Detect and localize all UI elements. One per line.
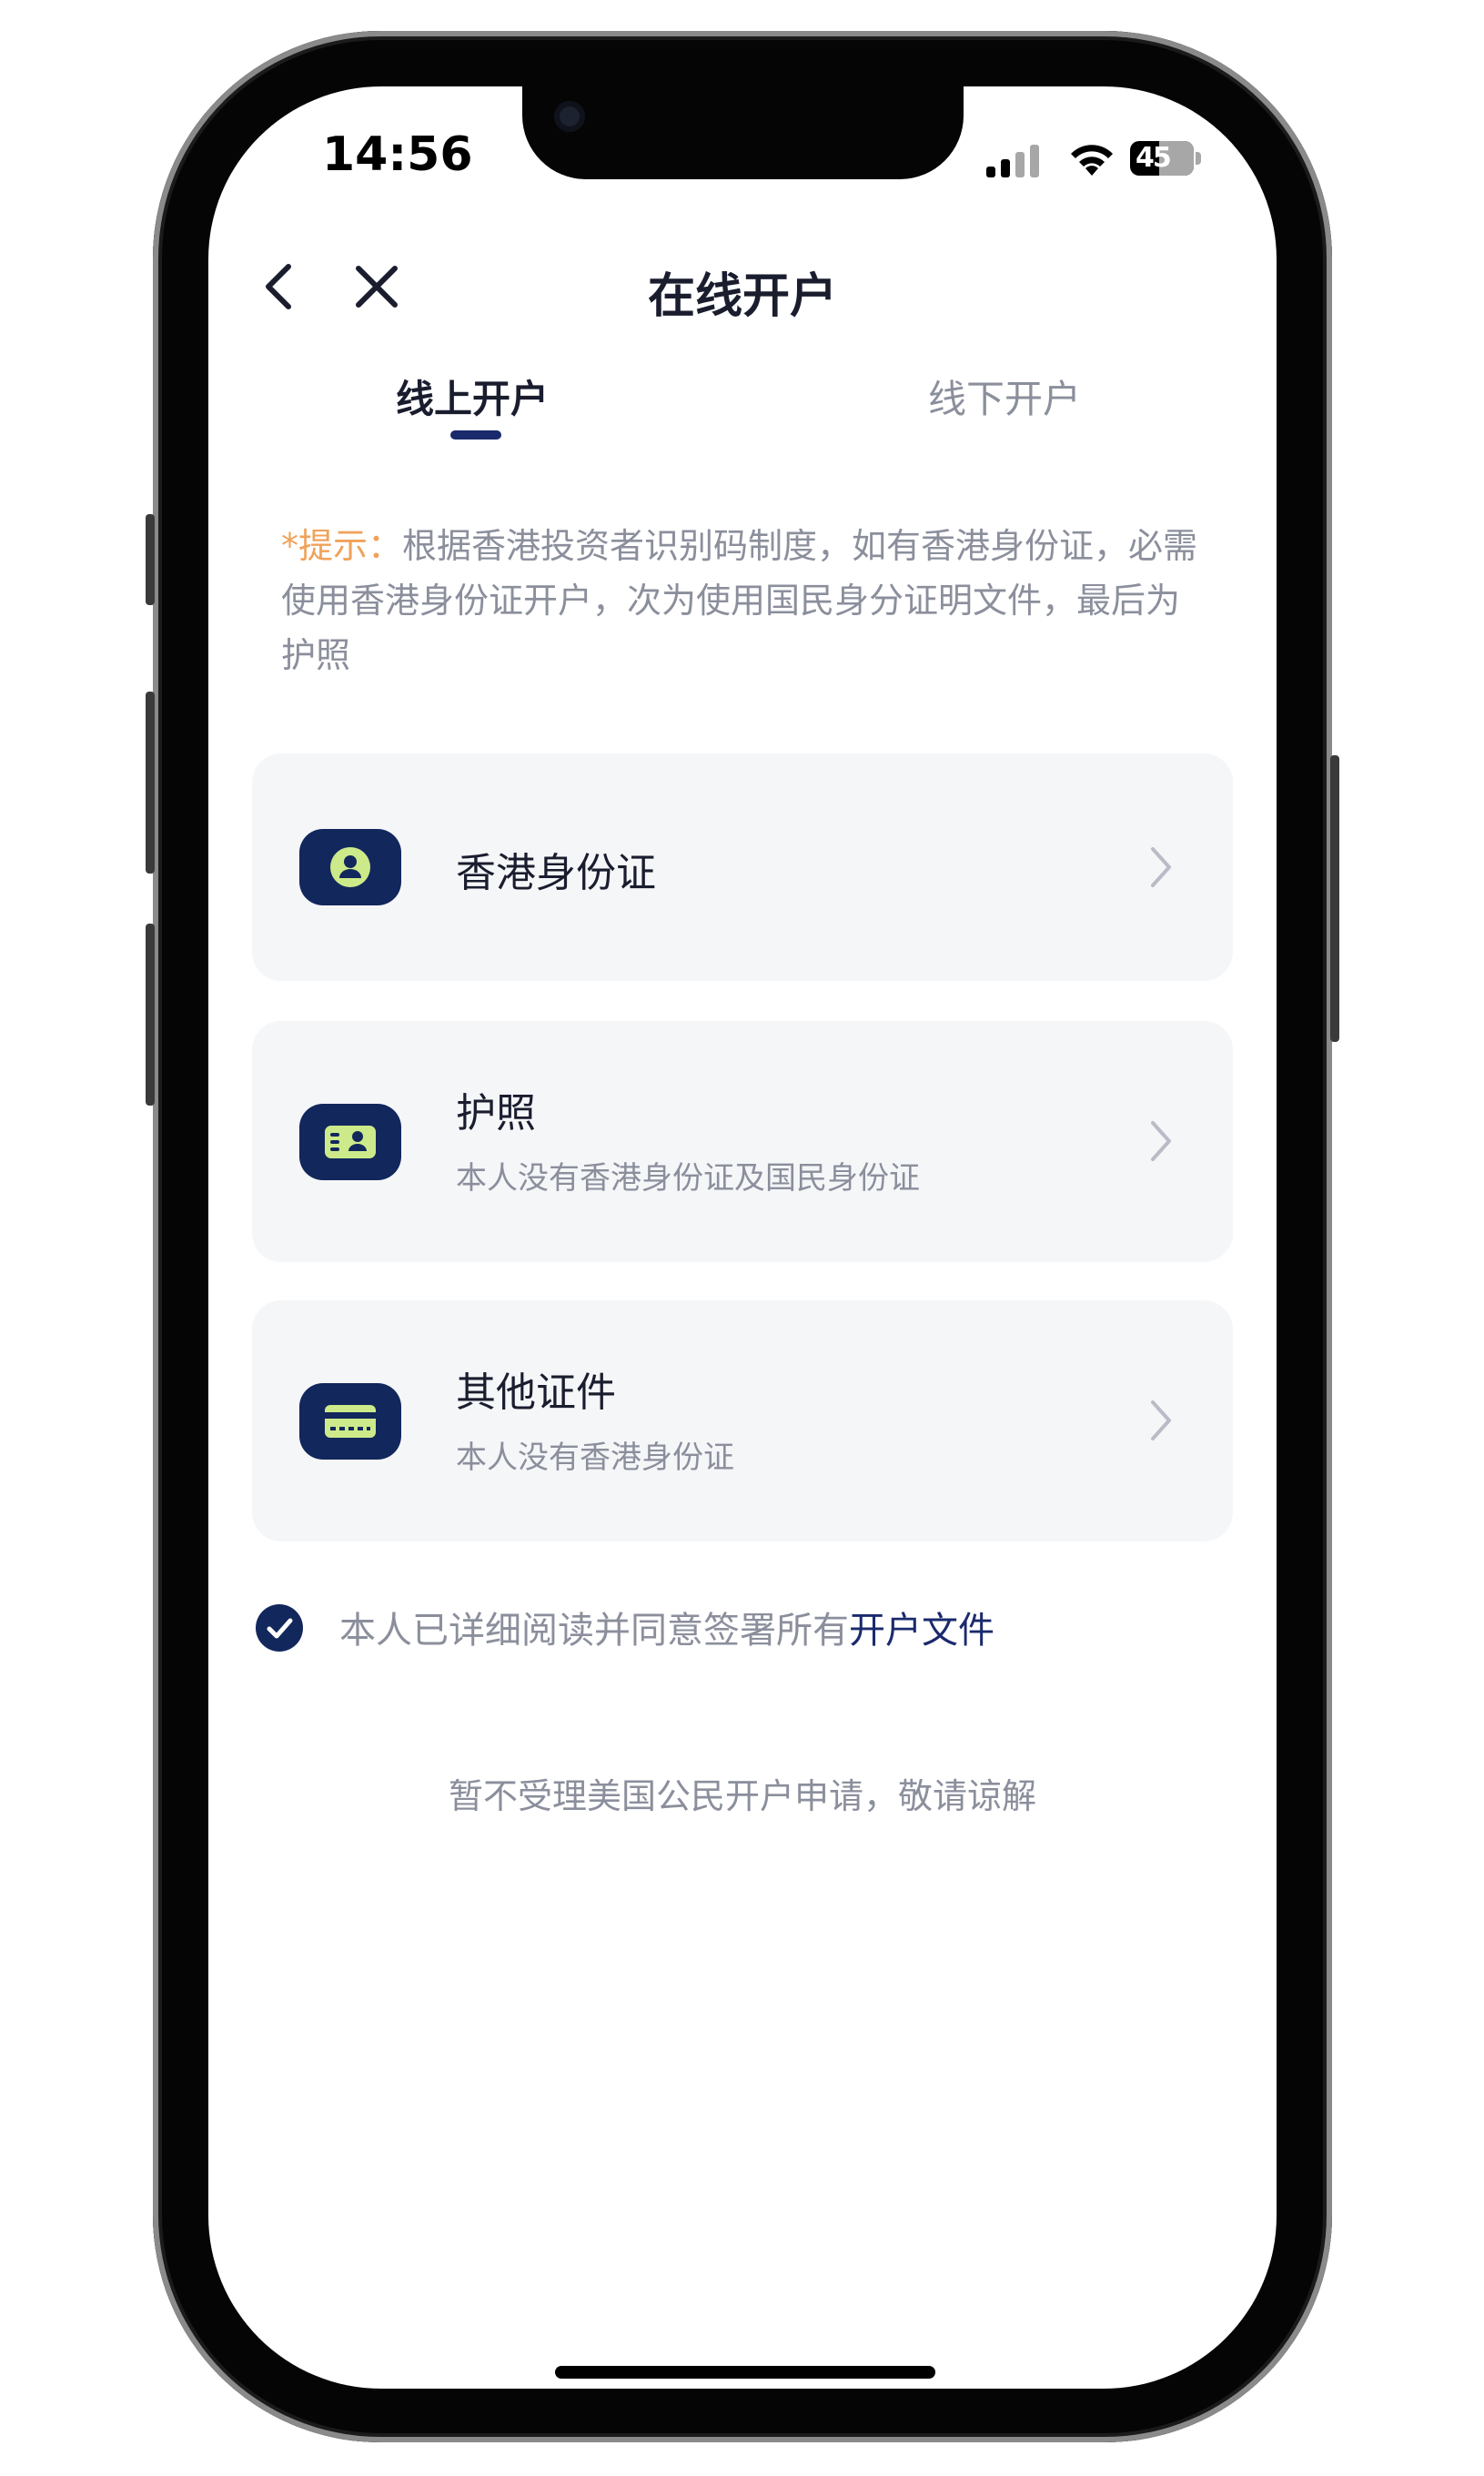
id-card-person-icon <box>299 829 401 905</box>
battery-icon: 45 <box>1130 141 1194 176</box>
home-indicator[interactable] <box>555 2366 935 2379</box>
passport-icon <box>299 1104 401 1180</box>
agreement-row: 本人已详细阅读并同意签署所有开户文件 <box>256 1597 1211 1661</box>
option-subtitle: 本人没有香港身份证 <box>456 1440 734 1476</box>
option-other-documents[interactable]: 其他证件 本人没有香港身份证 <box>252 1300 1233 1541</box>
option-title: 护照 <box>456 1090 536 1137</box>
tab-offline-account[interactable]: 线下开户 <box>923 369 1086 424</box>
agreement-label: 本人已详细阅读并同意签署所有 <box>339 1610 849 1652</box>
page-title: 在线开户 <box>647 269 837 324</box>
notice-prefix: *提示： <box>281 526 403 566</box>
notch <box>522 86 964 179</box>
wifi-icon <box>1071 145 1113 176</box>
option-subtitle: 本人没有香港身份证及国民身份证 <box>456 1160 920 1197</box>
other-card-icon <box>299 1383 401 1460</box>
us-citizen-notice: 暂不受理美国公民开户申请，敬请谅解 <box>448 1776 1036 1816</box>
front-camera <box>554 101 585 132</box>
status-time: 14:56 <box>322 127 473 182</box>
battery-level: 45 <box>1136 142 1172 174</box>
account-documents-link[interactable]: 开户文件 <box>849 1610 994 1652</box>
chevron-right-icon <box>1151 847 1171 887</box>
option-title: 其他证件 <box>456 1369 616 1416</box>
app-screen: 14:56 45 在线开户 线上开户 线下开户 *提示：根据香港投资者识别码制度… <box>208 86 1277 2389</box>
option-title: 香港身份证 <box>456 850 656 896</box>
option-hk-id-card[interactable]: 香港身份证 <box>252 753 1233 981</box>
battery-tip <box>1196 152 1201 165</box>
volume-up-button <box>146 692 155 874</box>
power-button <box>1330 755 1339 1042</box>
notice-text: *提示：根据香港投资者识别码制度，如有香港身份证，必需使用香港身份证开户，次为使… <box>281 519 1200 682</box>
tab-bar: 线上开户 线下开户 <box>208 359 1277 460</box>
chevron-right-icon <box>1151 1121 1171 1161</box>
mute-switch <box>146 514 155 605</box>
notice-body: 根据香港投资者识别码制度，如有香港身份证，必需使用香港身份证开户，次为使用国民身… <box>281 526 1198 675</box>
chevron-right-icon <box>1151 1400 1171 1440</box>
tab-active-indicator <box>450 430 501 440</box>
tab-online-account[interactable]: 线上开户 <box>390 369 554 424</box>
check-icon[interactable] <box>256 1604 303 1652</box>
option-passport[interactable]: 护照 本人没有香港身份证及国民身份证 <box>252 1021 1233 1262</box>
nav-bar: 在线开户 <box>208 241 1277 332</box>
volume-down-button <box>146 924 155 1106</box>
agreement-text: 本人已详细阅读并同意签署所有开户文件 <box>339 1601 994 1653</box>
